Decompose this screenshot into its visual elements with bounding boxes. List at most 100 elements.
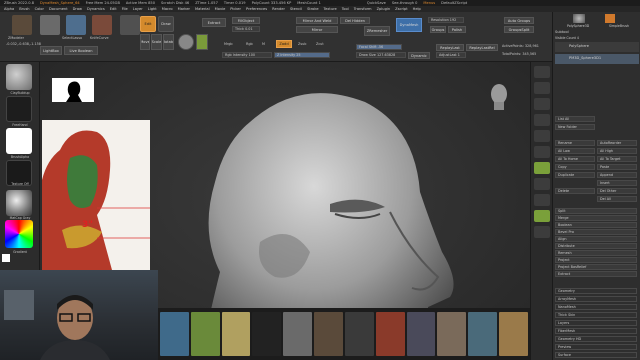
material-matcap-icon[interactable] <box>6 190 32 216</box>
transp-button[interactable] <box>534 194 550 206</box>
menu-color[interactable]: Color <box>35 7 44 11</box>
resolution-slider[interactable]: Resolution 192 <box>428 17 464 23</box>
draw-size-slider[interactable]: Draw Size 127.63828 <box>356 52 406 58</box>
tool-thumb-simplebrush[interactable] <box>605 14 615 23</box>
bevel-pro-menu[interactable]: Bevel Pro <box>555 229 637 235</box>
menu-alpha[interactable]: Alpha <box>4 7 14 11</box>
geometry-hd-section[interactable]: Geometry HD <box>555 336 637 342</box>
move-view-button[interactable] <box>534 130 550 142</box>
thumbnail-1[interactable] <box>160 312 189 356</box>
menu-edit[interactable]: Edit <box>110 7 117 11</box>
thumbnail-4[interactable] <box>252 312 282 356</box>
menu-transform[interactable]: Transform <box>354 7 372 11</box>
thumbnail-6[interactable] <box>314 312 343 356</box>
lightbox-button[interactable]: LightBox <box>40 46 62 55</box>
extract-button[interactable]: Extract <box>202 18 226 27</box>
del-other-button[interactable]: Del Other <box>597 188 637 194</box>
tool-zmodeler[interactable] <box>12 15 32 35</box>
paste-button[interactable]: Paste <box>597 164 637 170</box>
alpha-icon[interactable] <box>6 128 32 154</box>
thumbnail-10[interactable] <box>437 312 467 356</box>
remesh-menu[interactable]: Remesh <box>555 250 637 256</box>
tool-select-lasso[interactable] <box>40 15 60 35</box>
polyf-button[interactable] <box>534 178 550 190</box>
menu-stroke[interactable]: Stroke <box>307 7 318 11</box>
thumbnail-7[interactable] <box>344 312 374 356</box>
menu-light[interactable]: Light <box>148 7 157 11</box>
menu-zscript[interactable]: Zscript <box>395 7 407 11</box>
rotate-mode-button[interactable]: Rotate <box>163 34 174 50</box>
thumbnail-12[interactable] <box>499 312 528 356</box>
main-color-swatch[interactable] <box>2 254 10 262</box>
zremesher-button[interactable]: ZRemesher <box>364 26 390 36</box>
mirror-button[interactable]: Mirror <box>296 26 338 33</box>
thick-skin-section[interactable]: Thick Skin <box>555 312 637 318</box>
merge-menu[interactable]: Merge <box>555 215 637 221</box>
scale-mode-button[interactable]: Scale <box>151 34 162 50</box>
fibermesh-section[interactable]: FiberMesh <box>555 328 637 334</box>
persp-button[interactable] <box>534 66 550 78</box>
default-zscript[interactable]: DefaultZScript <box>441 1 467 5</box>
subtool-row-1[interactable]: PolySphere <box>555 42 639 52</box>
layers-section[interactable]: Layers <box>555 320 637 326</box>
live-boolean-button[interactable]: Live Boolean <box>64 46 98 55</box>
menus-button[interactable]: Menus <box>423 1 435 5</box>
menu-marker[interactable]: Marker <box>178 7 190 11</box>
menu-preferences[interactable]: Preferences <box>246 7 267 11</box>
edit-mode-button[interactable]: Edit <box>140 16 156 32</box>
thumbnail-9[interactable] <box>406 312 436 356</box>
zcut-button[interactable]: Zcut <box>316 42 324 46</box>
groups-split-button[interactable]: GroupsSplit <box>504 26 534 33</box>
frame-button[interactable] <box>534 114 550 126</box>
insert-button[interactable]: Insert <box>597 180 637 186</box>
solo-button[interactable] <box>534 210 550 222</box>
delete-button[interactable]: Delete <box>555 188 595 194</box>
replay-last-button[interactable]: ReplayLast <box>436 44 464 51</box>
menu-zplugin[interactable]: Zplugin <box>377 7 391 11</box>
duplicate-button[interactable]: Duplicate <box>555 172 595 178</box>
del-all-button[interactable]: Del All <box>597 196 637 202</box>
menu-brush[interactable]: Brush <box>19 7 29 11</box>
align-menu[interactable]: Align <box>555 236 637 242</box>
stroke-freehand-icon[interactable] <box>6 96 32 122</box>
copy-button[interactable]: Copy <box>555 164 595 170</box>
geometry-section[interactable]: Geometry <box>555 288 637 294</box>
auto-groups-button[interactable]: Auto Groups <box>504 17 534 24</box>
surface-section[interactable]: Surface <box>555 352 637 358</box>
polish-button[interactable]: Polish <box>448 26 466 33</box>
scale-view-button[interactable] <box>534 146 550 158</box>
split-menu[interactable]: Split <box>555 208 637 214</box>
thumbnail-2[interactable] <box>190 312 220 356</box>
menu-help[interactable]: Help <box>413 7 421 11</box>
move-mode-button[interactable]: Move <box>140 34 150 50</box>
dynamic-button[interactable]: Dynamic <box>408 52 430 59</box>
subtool-row-2[interactable]: PM3D_Sphere3D1 <box>555 54 639 64</box>
all-to-target-button[interactable]: All To Target <box>597 156 637 162</box>
mrgb-label[interactable]: Mrgb <box>224 42 233 46</box>
subtool-title[interactable]: Subtool <box>555 30 569 34</box>
all-to-home-button[interactable]: All To Home <box>555 156 595 162</box>
brush-claybuildup-icon[interactable] <box>6 64 32 90</box>
new-folder-button[interactable]: New Folder <box>555 124 595 130</box>
rotate-view-button[interactable] <box>534 162 550 174</box>
mirror-and-weld-button[interactable]: Mirror And Weld <box>296 17 338 24</box>
menu-macro[interactable]: Macro <box>162 7 173 11</box>
rename-button[interactable]: Rename <box>555 140 595 146</box>
zsub-button[interactable]: Zsub <box>298 42 306 46</box>
see-through-slider[interactable]: See-through 0 <box>392 1 418 5</box>
menu-material[interactable]: Material <box>195 7 210 11</box>
fillobject-button[interactable]: FillObject <box>232 17 260 24</box>
adjust-last-slider[interactable]: AdjustLast 1 <box>436 52 466 58</box>
groups-button[interactable]: Groups <box>430 26 446 33</box>
thumbnail-5[interactable] <box>283 312 313 356</box>
rgb-intensity-slider[interactable]: Rgb Intensity 100 <box>222 52 272 58</box>
zadd-button[interactable]: Zadd <box>276 40 292 48</box>
thick-slider[interactable]: Thick 0.01 <box>232 26 260 32</box>
dynamesh-button[interactable]: DynaMesh <box>396 18 422 32</box>
preview-section[interactable]: Preview <box>555 344 637 350</box>
extract-menu[interactable]: Extract <box>555 271 637 277</box>
menu-picker[interactable]: Picker <box>230 7 241 11</box>
menu-tool[interactable]: Tool <box>342 7 349 11</box>
list-all-button[interactable]: List All <box>555 116 595 122</box>
tool-select-rect[interactable] <box>66 15 86 35</box>
